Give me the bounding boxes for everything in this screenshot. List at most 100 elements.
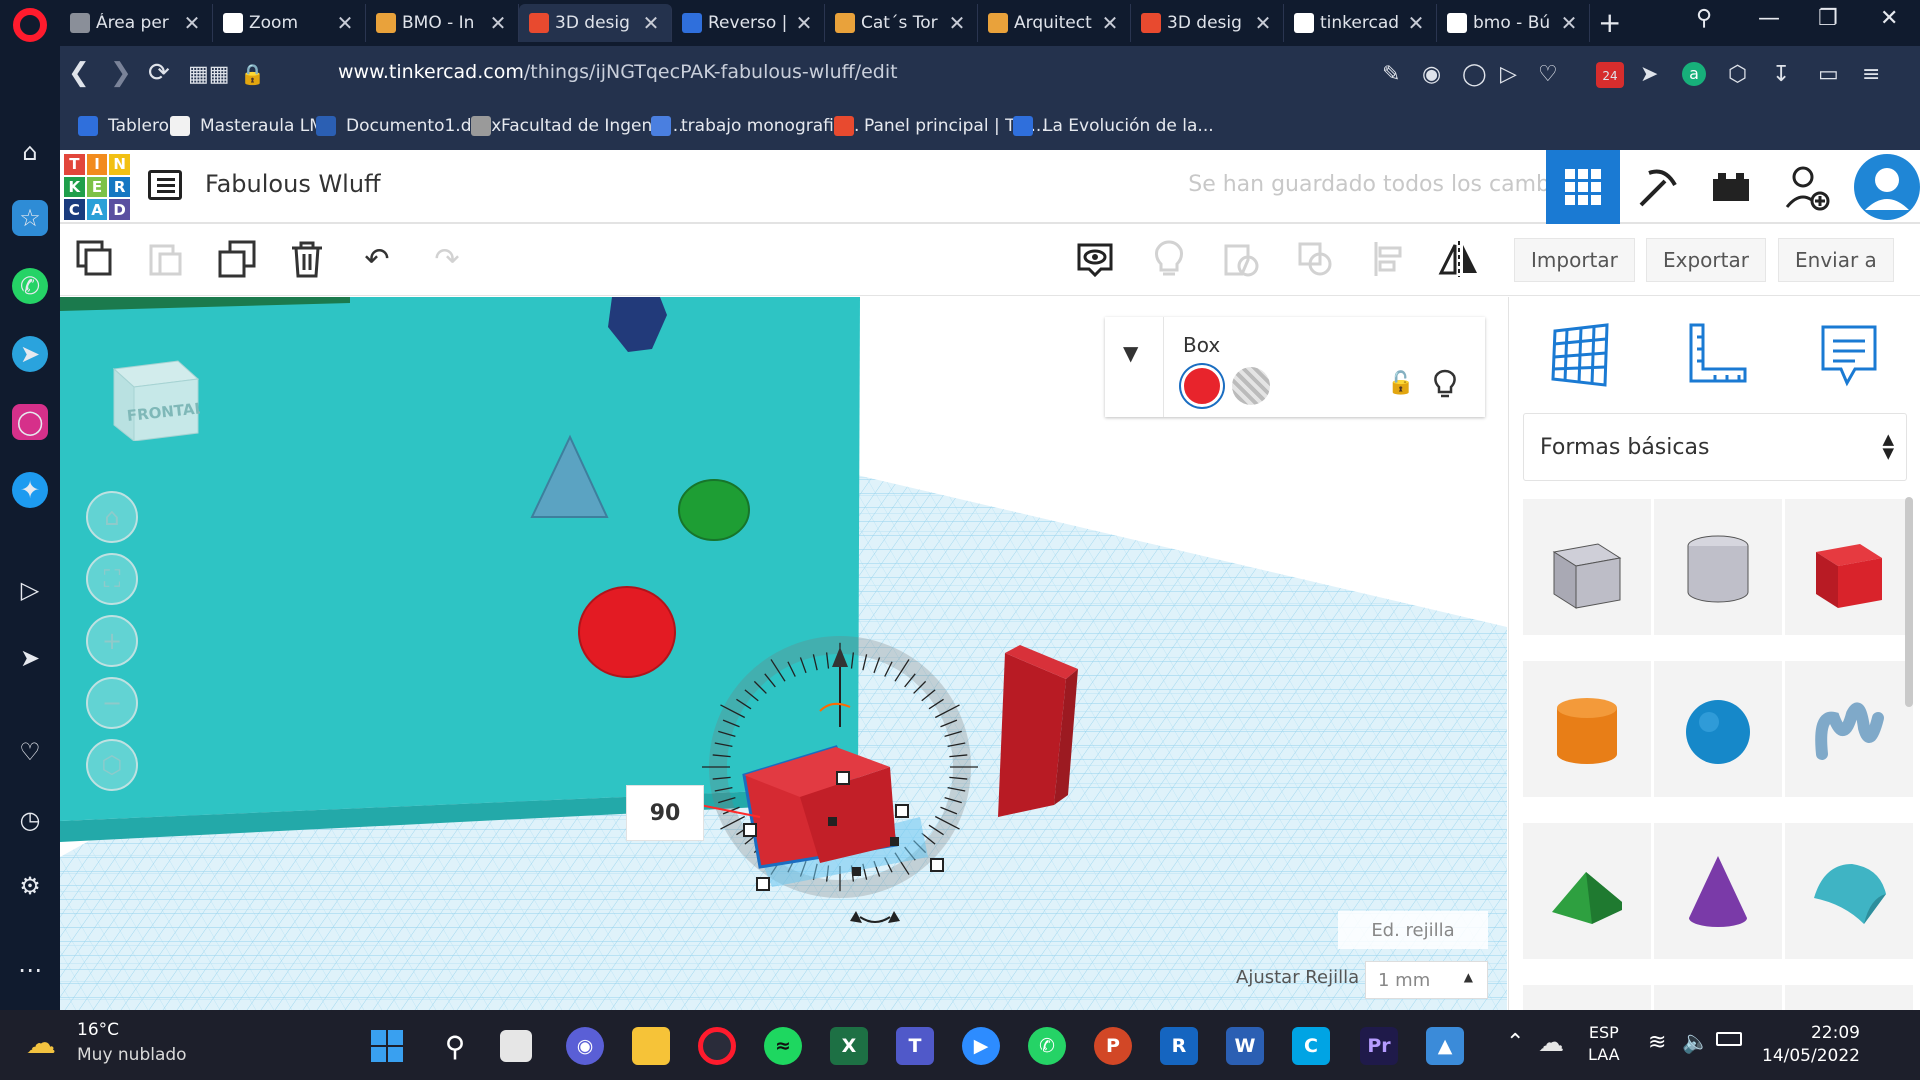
- show-all-button[interactable]: [1074, 238, 1116, 280]
- search-icon[interactable]: ⚲: [436, 1027, 474, 1065]
- file-explorer-icon[interactable]: [632, 1027, 670, 1065]
- cube-extension-icon[interactable]: ⬡: [1728, 62, 1747, 87]
- new-tab-button[interactable]: +: [1598, 6, 1621, 39]
- bookmark-item[interactable]: Tablero: [78, 116, 169, 136]
- shape-cell-partial[interactable]: [1523, 985, 1651, 1010]
- browser-tab[interactable]: 3D desig ✕: [1131, 4, 1284, 42]
- powerpoint-icon[interactable]: P: [1094, 1027, 1132, 1065]
- browser-tab[interactable]: tinkercad ✕: [1284, 4, 1437, 42]
- zoom-icon[interactable]: ▶: [962, 1027, 1000, 1065]
- paste-button[interactable]: [144, 238, 186, 280]
- view-cube[interactable]: FRONTAL: [108, 349, 200, 441]
- download-icon[interactable]: ↧: [1772, 62, 1790, 87]
- browser-tab[interactable]: Reverso | ✕: [672, 4, 825, 42]
- notes-button[interactable]: [1148, 238, 1190, 280]
- photos-icon[interactable]: ▲: [1426, 1027, 1464, 1065]
- history-icon[interactable]: ◷: [12, 802, 48, 838]
- workspace-icon[interactable]: ☆: [12, 200, 48, 236]
- rotation-angle-readout[interactable]: 90: [626, 785, 704, 841]
- shape-box-hole[interactable]: [1523, 499, 1651, 635]
- workplane-canvas[interactable]: FRONTAL ⌂ ⛶ + − ⬡ ▼ Box 🔓 90 Ed. rejilla…: [60, 297, 1507, 1010]
- shape-cylinder-hole[interactable]: [1654, 499, 1782, 635]
- cursor-extension-icon[interactable]: ➤: [1640, 62, 1658, 87]
- word-icon[interactable]: W: [1226, 1027, 1264, 1065]
- tinkercad-logo[interactable]: TIN KER CAD: [64, 154, 130, 220]
- camera-icon[interactable]: ◉: [1422, 62, 1441, 87]
- solid-color-button[interactable]: [1181, 365, 1223, 407]
- group-button[interactable]: [1220, 238, 1262, 280]
- speed-dial-icon[interactable]: ▦▦: [188, 62, 230, 87]
- bookmark-item[interactable]: trabajo monografic...: [651, 116, 859, 136]
- url-field[interactable]: www.tinkercad.com/things/ijNGTqecPAK-fab…: [338, 61, 898, 83]
- home-icon[interactable]: ⌂: [12, 134, 48, 170]
- whatsapp-taskbar-icon[interactable]: ✆: [1028, 1027, 1066, 1065]
- shape-cell-partial[interactable]: [1785, 985, 1913, 1010]
- fit-view-button[interactable]: ⛶: [86, 553, 138, 605]
- tab-search-icon[interactable]: ⚲: [1696, 6, 1712, 31]
- maximize-button[interactable]: ❐: [1818, 6, 1838, 31]
- tab-close-icon[interactable]: ✕: [1406, 11, 1426, 35]
- close-window-button[interactable]: ✕: [1880, 6, 1898, 31]
- send-flow-icon[interactable]: ➤: [12, 640, 48, 676]
- tab-close-icon[interactable]: ✕: [335, 11, 355, 35]
- send-icon[interactable]: ▷: [1500, 62, 1517, 87]
- task-view-icon[interactable]: [500, 1030, 532, 1062]
- back-button[interactable]: ❮: [68, 58, 90, 88]
- weather-description[interactable]: Muy nublado: [77, 1045, 187, 1065]
- ungroup-button[interactable]: [1294, 238, 1336, 280]
- delete-button[interactable]: [286, 238, 328, 280]
- tab-close-icon[interactable]: ✕: [641, 11, 661, 35]
- chat-icon[interactable]: ◉: [566, 1027, 604, 1065]
- show-hidden-icons[interactable]: ⌃: [1506, 1030, 1524, 1055]
- browser-tab[interactable]: Arquitect ✕: [978, 4, 1131, 42]
- teams-icon[interactable]: T: [896, 1027, 934, 1065]
- hole-button[interactable]: [1232, 367, 1270, 405]
- tab-close-icon[interactable]: ✕: [947, 11, 967, 35]
- shape-cone[interactable]: [1654, 823, 1782, 959]
- amazon-extension-icon[interactable]: a: [1682, 62, 1706, 86]
- onedrive-icon[interactable]: ☁: [1538, 1028, 1564, 1058]
- workplane-tool-button[interactable]: [1543, 317, 1619, 393]
- spotify-icon[interactable]: ≈: [764, 1027, 802, 1065]
- duplicate-button[interactable]: [216, 238, 258, 280]
- shape-roof[interactable]: [1523, 823, 1651, 959]
- shape-box[interactable]: [1785, 499, 1913, 635]
- shape-cell-partial[interactable]: [1654, 985, 1782, 1010]
- collapse-inspector-icon[interactable]: ▼: [1123, 341, 1138, 365]
- zoom-out-button[interactable]: −: [86, 677, 138, 729]
- shape-scribble[interactable]: [1785, 661, 1913, 797]
- instagram-icon[interactable]: ◯: [12, 404, 48, 440]
- align-button[interactable]: [1368, 238, 1410, 280]
- ruler-tool-button[interactable]: [1677, 317, 1753, 393]
- premiere-icon[interactable]: Pr: [1360, 1027, 1398, 1065]
- volume-icon[interactable]: 🔈: [1682, 1030, 1709, 1055]
- shape-category-select[interactable]: Formas básicas ▲ ▼: [1523, 413, 1907, 481]
- send-to-button[interactable]: Enviar a: [1778, 238, 1894, 282]
- shield-icon[interactable]: ◯: [1462, 62, 1487, 87]
- lock-shape-icon[interactable]: 🔓: [1387, 371, 1414, 396]
- browser-tab[interactable]: bmo - Bú ✕: [1437, 4, 1590, 42]
- opera-logo[interactable]: [13, 8, 47, 42]
- browser-tab[interactable]: Área per ✕: [60, 4, 213, 42]
- wifi-icon[interactable]: ≋: [1648, 1030, 1666, 1055]
- browser-tab[interactable]: Cat´s Tor ✕: [825, 4, 978, 42]
- perspective-toggle-button[interactable]: ⬡: [86, 739, 138, 791]
- more-icon[interactable]: ⋯: [12, 952, 48, 988]
- zoom-in-button[interactable]: +: [86, 615, 138, 667]
- browser-tab[interactable]: Zoom ✕: [213, 4, 366, 42]
- minimize-button[interactable]: —: [1758, 6, 1780, 31]
- notes-tool-button[interactable]: [1811, 317, 1887, 393]
- start-button[interactable]: [368, 1027, 406, 1065]
- battery-saver-icon[interactable]: ▭: [1818, 62, 1839, 87]
- snap-grid-select[interactable]: 1 mm ▲: [1365, 961, 1488, 999]
- copy-button[interactable]: [74, 238, 116, 280]
- 3d-view-button[interactable]: [1546, 150, 1620, 224]
- heart-icon[interactable]: ♡: [1538, 62, 1558, 87]
- language-indicator[interactable]: ESP LAA: [1588, 1022, 1620, 1066]
- forward-button[interactable]: ❯: [110, 58, 132, 88]
- design-menu-icon[interactable]: [148, 170, 182, 200]
- bricks-view-button[interactable]: [1694, 150, 1768, 224]
- browser-tab[interactable]: BMO - In ✕: [366, 4, 519, 42]
- shape-sphere[interactable]: [1654, 661, 1782, 797]
- design-title[interactable]: Fabulous Wluff: [205, 170, 381, 198]
